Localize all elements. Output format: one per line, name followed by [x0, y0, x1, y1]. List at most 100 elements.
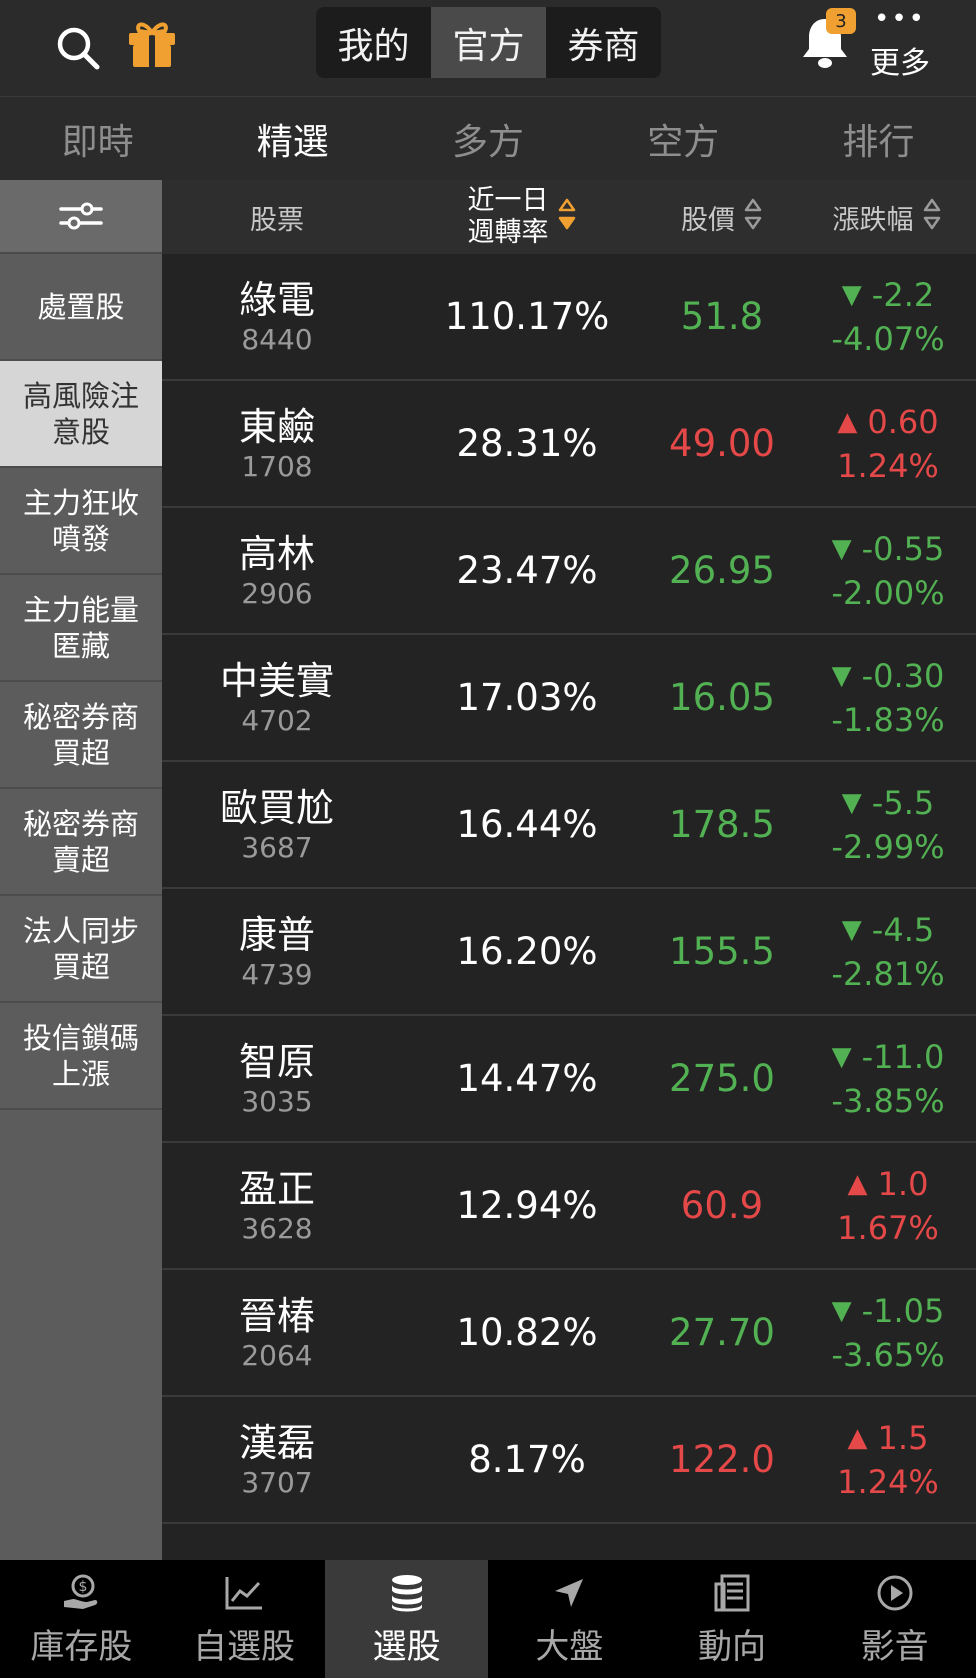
stock-code: 3035	[241, 1084, 313, 1118]
sidebar-item-secret-broker-buy[interactable]: 秘密券商買超	[0, 682, 162, 789]
column-header-change[interactable]: 漲跌幅	[802, 180, 972, 254]
table-row[interactable]: 晉椿 2064 10.82% 27.70 ▼ -1.05 -3.65%	[162, 1270, 976, 1397]
table-row[interactable]: 東鹼 1708 28.31% 49.00 ▲ 0.60 1.24%	[162, 381, 976, 508]
segment-broker[interactable]: 券商	[546, 7, 661, 78]
direction-triangle-icon: ▼	[831, 1041, 852, 1072]
change-cell: ▲ 0.60 1.24%	[802, 381, 974, 506]
price-value: 275.0	[669, 1057, 775, 1100]
stock-name: 康普	[238, 912, 315, 957]
svg-text:$: $	[79, 1579, 88, 1595]
stock-code: 4739	[241, 957, 313, 991]
gift-icon[interactable]	[122, 14, 182, 74]
table-row[interactable]: 綠電 8440 110.17% 51.8 ▼ -2.2 -4.07%	[162, 254, 976, 381]
turnover-value: 14.47%	[456, 1057, 598, 1100]
notification-badge: 3	[826, 8, 856, 34]
stock-cell: 盈正 3628	[192, 1143, 362, 1268]
bottom-navigation: $ 庫存股 自選股 選股 大盤 動向 影音	[0, 1560, 976, 1678]
stock-cell: 中美實 4702	[192, 635, 362, 760]
top-bar: 我的 官方 券商 3 ••• 更多	[0, 0, 976, 96]
nav-watchlist[interactable]: 自選股	[163, 1560, 326, 1678]
change-value: 1.5	[877, 1418, 929, 1457]
segment-mine[interactable]: 我的	[316, 7, 431, 78]
direction-triangle-icon: ▲	[847, 1168, 868, 1199]
search-icon[interactable]	[48, 20, 108, 76]
table-row[interactable]: 歐買尬 3687 16.44% 178.5 ▼ -5.5 -2.99%	[162, 762, 976, 889]
price-value: 155.5	[669, 930, 775, 973]
change-value: -5.5	[871, 783, 935, 822]
table-header: 股票 近一日 週轉率 股價 漲跌幅	[162, 180, 976, 254]
table-body: 綠電 8440 110.17% 51.8 ▼ -2.2 -4.07% 東鹼 170…	[162, 254, 976, 1524]
sidebar-item-high-risk[interactable]: 高風險注意股	[0, 361, 162, 468]
stock-cell: 漢磊 3707	[192, 1397, 362, 1522]
change-value: -4.5	[871, 910, 935, 949]
column-header-turnover[interactable]: 近一日 週轉率	[452, 180, 592, 254]
navigation-arrow-icon	[551, 1571, 587, 1615]
sidebar-item-trust-lock-rise[interactable]: 投信鎖碼上漲	[0, 1003, 162, 1110]
turnover-value: 16.44%	[456, 803, 598, 846]
sidebar-item-institution-sync-buy[interactable]: 法人同步買超	[0, 896, 162, 1003]
sidebar-item-secret-broker-sell[interactable]: 秘密券商賣超	[0, 789, 162, 896]
sidebar-item-main-force-hidden[interactable]: 主力能量匿藏	[0, 575, 162, 682]
stock-cell: 綠電 8440	[192, 254, 362, 379]
change-percent: -4.07%	[831, 319, 945, 358]
stock-name: 盈正	[238, 1166, 315, 1211]
tab-bearish[interactable]: 空方	[586, 97, 781, 180]
sidebar-item-disposition[interactable]: 處置股	[0, 254, 162, 361]
more-button[interactable]: ••• 更多	[862, 4, 938, 81]
tab-realtime[interactable]: 即時	[0, 97, 195, 180]
table-row[interactable]: 盈正 3628 12.94% 60.9 ▲ 1.0 1.67%	[162, 1143, 976, 1270]
change-value: -1.05	[861, 1291, 945, 1330]
segment-official[interactable]: 官方	[431, 7, 546, 78]
stock-code: 2906	[241, 576, 313, 610]
nav-videos[interactable]: 影音	[813, 1560, 976, 1678]
table-row[interactable]: 智原 3035 14.47% 275.0 ▼ -11.0 -3.85%	[162, 1016, 976, 1143]
nav-label: 自選股	[193, 1626, 295, 1667]
change-header-label: 漲跌幅	[832, 204, 914, 236]
table-row[interactable]: 漢磊 3707 8.17% 122.0 ▲ 1.5 1.24%	[162, 1397, 976, 1524]
change-cell: ▼ -4.5 -2.81%	[802, 889, 974, 1014]
nav-trends[interactable]: 動向	[651, 1560, 814, 1678]
change-value: -2.2	[871, 275, 935, 314]
table-row[interactable]: 高林 2906 23.47% 26.95 ▼ -0.55 -2.00%	[162, 508, 976, 635]
change-cell: ▲ 1.0 1.67%	[802, 1143, 974, 1268]
play-circle-icon	[876, 1571, 914, 1615]
sidebar-item-main-force-surge[interactable]: 主力狂收噴發	[0, 468, 162, 575]
table-row[interactable]: 康普 4739 16.20% 155.5 ▼ -4.5 -2.81%	[162, 889, 976, 1016]
turnover-value: 8.17%	[468, 1438, 586, 1481]
turnover-header-line2: 週轉率	[467, 217, 549, 248]
nav-label: 大盤	[535, 1626, 604, 1667]
column-header-price[interactable]: 股價	[652, 180, 792, 254]
price-header-label: 股價	[681, 204, 735, 236]
column-header-stock: 股票	[250, 204, 304, 236]
sort-icon	[922, 197, 942, 238]
direction-triangle-icon: ▲	[837, 406, 858, 437]
filter-settings-button[interactable]	[0, 180, 162, 254]
more-dots-icon: •••	[873, 4, 926, 34]
change-value: -0.55	[861, 529, 945, 568]
table-row[interactable]: 中美實 4702 17.03% 16.05 ▼ -0.30 -1.83%	[162, 635, 976, 762]
nav-portfolio[interactable]: $ 庫存股	[0, 1560, 163, 1678]
stock-code: 2064	[241, 1338, 313, 1372]
sliders-icon	[59, 202, 103, 230]
stock-code: 3707	[241, 1465, 313, 1499]
price-value: 122.0	[669, 1438, 775, 1481]
nav-label: 動向	[698, 1626, 767, 1667]
nav-screener[interactable]: 選股	[325, 1560, 489, 1678]
change-value: 0.60	[867, 402, 939, 441]
turnover-header-line1: 近一日	[467, 185, 549, 216]
stock-cell: 東鹼 1708	[192, 381, 362, 506]
tab-bullish[interactable]: 多方	[390, 97, 585, 180]
direction-triangle-icon: ▼	[831, 533, 852, 564]
coin-stack-icon	[388, 1571, 426, 1615]
change-value: -11.0	[861, 1037, 945, 1076]
nav-label: 選股	[372, 1626, 441, 1667]
change-value: -0.30	[861, 656, 945, 695]
stock-code: 3628	[241, 1211, 313, 1245]
direction-triangle-icon: ▼	[841, 279, 862, 310]
tab-ranking[interactable]: 排行	[781, 97, 976, 180]
more-label: 更多	[870, 46, 930, 81]
nav-market[interactable]: 大盤	[488, 1560, 651, 1678]
tab-featured[interactable]: 精選	[195, 97, 390, 180]
category-tabs: 即時 精選 多方 空方 排行	[0, 96, 976, 180]
stock-cell: 智原 3035	[192, 1016, 362, 1141]
